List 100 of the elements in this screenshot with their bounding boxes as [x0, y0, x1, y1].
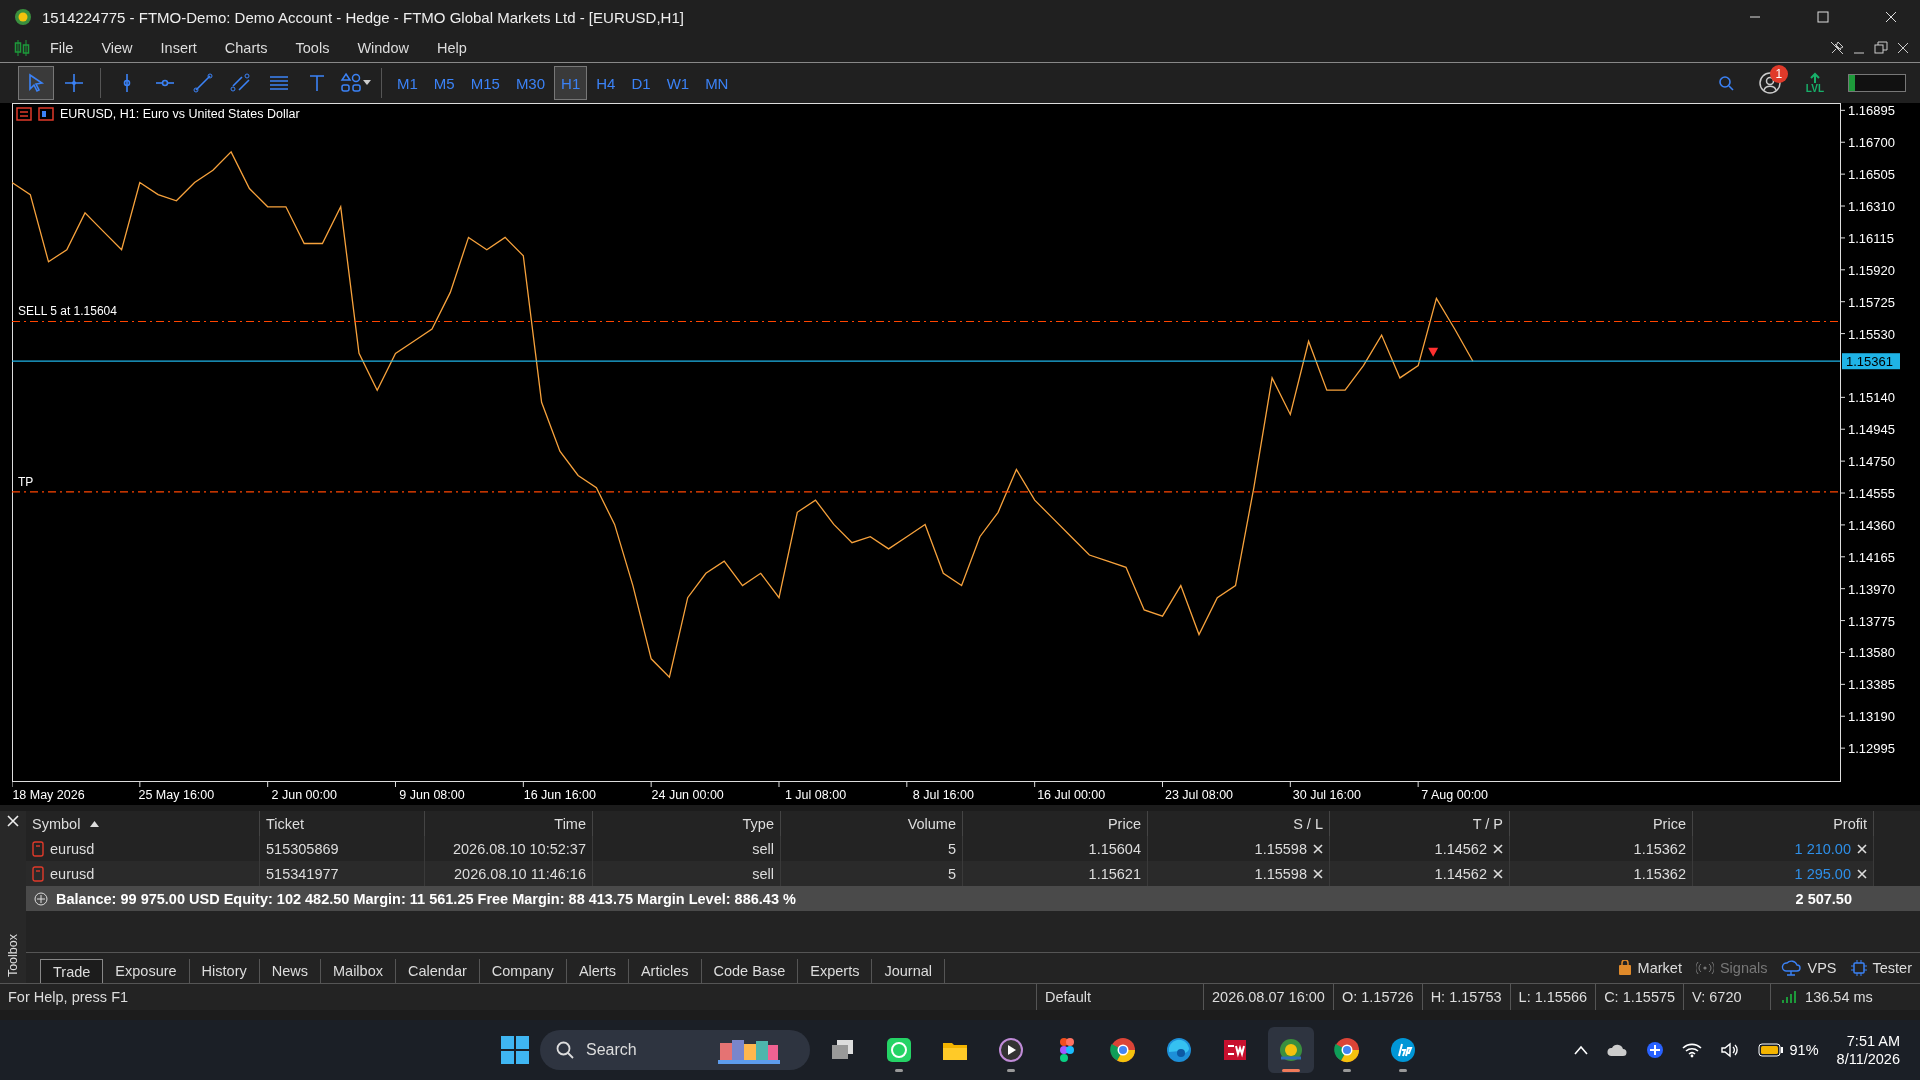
menu-item[interactable]: Insert [146, 40, 211, 56]
column-header[interactable]: Profit [1693, 811, 1874, 836]
menu-item[interactable]: File [36, 40, 88, 56]
shopping-bag-icon [1617, 960, 1632, 976]
column-header[interactable]: Volume [781, 811, 963, 836]
price-axis-label: 1.16505 [1848, 167, 1895, 183]
clock-time[interactable]: 7:51 AM [1846, 1033, 1900, 1049]
timeframe-button[interactable]: M1 [390, 66, 425, 100]
timeframe-button[interactable]: D1 [624, 66, 658, 100]
remove-icon[interactable] [1493, 868, 1503, 879]
notification-badge: 1 [1769, 65, 1788, 83]
price-axis-label: 1.14360 [1848, 517, 1895, 533]
service-link[interactable]: VPS [1781, 960, 1837, 976]
current-price-tag: 1.15361 [1842, 353, 1900, 370]
wifi-icon[interactable] [1681, 1042, 1702, 1058]
timeframe-button[interactable]: H4 [589, 66, 623, 100]
column-header[interactable]: Symbol [26, 811, 260, 836]
account-summary: Balance: 99 975.00 USD Equity: 102 482.50 Margin: 11 561.25 Free Margin: 88 413.75 Margin Level: 886.43 % [56, 890, 796, 907]
help-text: For Help, press F1 [0, 984, 1037, 1010]
column-header[interactable]: Time [425, 811, 593, 836]
account-icon[interactable] [1757, 71, 1782, 95]
price-axis-label: 1.14750 [1848, 454, 1895, 470]
close-icon[interactable] [1885, 11, 1897, 23]
date-axis-label: 8 Jul 16:00 [912, 788, 974, 802]
service-link[interactable]: Tester [1850, 960, 1912, 976]
battery-percentage: 91% [1789, 1042, 1819, 1058]
search-input[interactable]: Search [584, 1040, 708, 1060]
clock-date[interactable]: 8/11/2026 [1836, 1051, 1900, 1067]
timeframe-button[interactable]: M5 [426, 66, 462, 100]
cursor-tool-button[interactable] [18, 66, 54, 100]
order-icon [32, 865, 44, 882]
price-axis-label: 1.16310 [1848, 199, 1895, 214]
chip-icon [1850, 960, 1867, 976]
date-axis-label: 16 Jul 00:00 [1037, 788, 1106, 802]
menu-item[interactable]: Window [343, 40, 423, 56]
timeframe-button[interactable]: M30 [508, 66, 553, 100]
date-axis-label: 30 Jul 16:00 [1292, 788, 1361, 802]
date-axis-label: 1 Jul 08:00 [784, 788, 847, 802]
up-arrow-icon[interactable] [1808, 72, 1821, 84]
battery-icon[interactable] [1757, 1043, 1784, 1057]
column-header[interactable]: Price [963, 811, 1148, 836]
column-header[interactable]: Type [593, 811, 781, 836]
order-icon [32, 840, 44, 857]
date-axis-label: 24 Jun 00:00 [651, 788, 724, 802]
toolbox-tab[interactable]: Trade [40, 959, 104, 983]
cloud-icon [1781, 960, 1802, 976]
profile-name: Default [1037, 984, 1204, 1010]
remove-icon[interactable] [1493, 843, 1503, 854]
speaker-icon[interactable] [1719, 1042, 1740, 1058]
remove-icon[interactable] [1857, 868, 1867, 879]
plus-circle-icon[interactable] [1645, 1041, 1664, 1059]
column-header[interactable]: T / P [1330, 811, 1510, 836]
remove-icon[interactable] [1313, 868, 1323, 879]
pin-icon[interactable] [1830, 41, 1844, 55]
menu-item[interactable]: Charts [210, 40, 282, 56]
timeframe-button[interactable]: MN [698, 66, 736, 100]
remove-icon[interactable] [1313, 843, 1323, 854]
add-icon[interactable] [34, 891, 48, 906]
menu-item[interactable]: Help [422, 40, 481, 56]
menu-item[interactable]: Tools [281, 40, 344, 56]
search-icon[interactable] [1717, 75, 1734, 91]
cloud-icon[interactable] [1605, 1042, 1628, 1058]
service-link[interactable]: Market [1617, 960, 1682, 976]
date-axis-label: 18 May 2026 [12, 788, 85, 802]
column-header[interactable]: Ticket [260, 811, 425, 836]
shapes-icon [339, 71, 363, 95]
price-axis-label: 1.15725 [1848, 294, 1895, 310]
chart-window-icon [38, 107, 54, 121]
search-field[interactable]: Search [540, 1030, 810, 1070]
price-axis-label: 1.13580 [1848, 645, 1895, 661]
table-cell: 5 [781, 861, 963, 886]
crosshair-icon [62, 71, 86, 95]
date-axis-label: 23 Jul 08:00 [1164, 788, 1234, 802]
trendline-icon [191, 71, 215, 95]
start-icon[interactable] [500, 1035, 530, 1065]
timeframe-button[interactable]: M15 [463, 66, 507, 100]
close-icon[interactable] [1896, 41, 1910, 55]
menu-item[interactable]: View [87, 40, 147, 56]
toolbox-label[interactable]: Toolbox [6, 933, 20, 977]
date-axis-label: 2 Jun 00:00 [271, 788, 337, 802]
order-line-label: SELL 5 at 1.15604 [18, 304, 117, 319]
table-cell: 1 295.00 [1693, 861, 1874, 886]
date-axis-label: 7 Aug 00:00 [1421, 788, 1489, 802]
table-cell: sell [593, 861, 781, 886]
price-axis-label: 1.15140 [1848, 390, 1895, 406]
remove-icon[interactable] [1857, 843, 1867, 854]
table-cell: 1.15598 [1148, 861, 1330, 886]
date-axis-label: 16 Jun 16:00 [523, 788, 596, 802]
table-cell: 1.15621 [963, 861, 1148, 886]
signal-icon [1781, 990, 1798, 1004]
low-price: L: 1.15566 [1510, 984, 1597, 1010]
chevron-up-icon[interactable] [1573, 1045, 1588, 1055]
timeframe-button[interactable]: W1 [659, 66, 697, 100]
column-header[interactable]: Price [1510, 811, 1693, 836]
restore-icon[interactable] [1874, 41, 1888, 55]
column-header[interactable]: S / L [1148, 811, 1330, 836]
high-price: H: 1.15753 [1422, 984, 1511, 1010]
maximize-icon[interactable] [1817, 11, 1829, 23]
mt5-app-icon[interactable] [1268, 1027, 1314, 1073]
price-axis-label: 1.16700 [1848, 135, 1895, 151]
